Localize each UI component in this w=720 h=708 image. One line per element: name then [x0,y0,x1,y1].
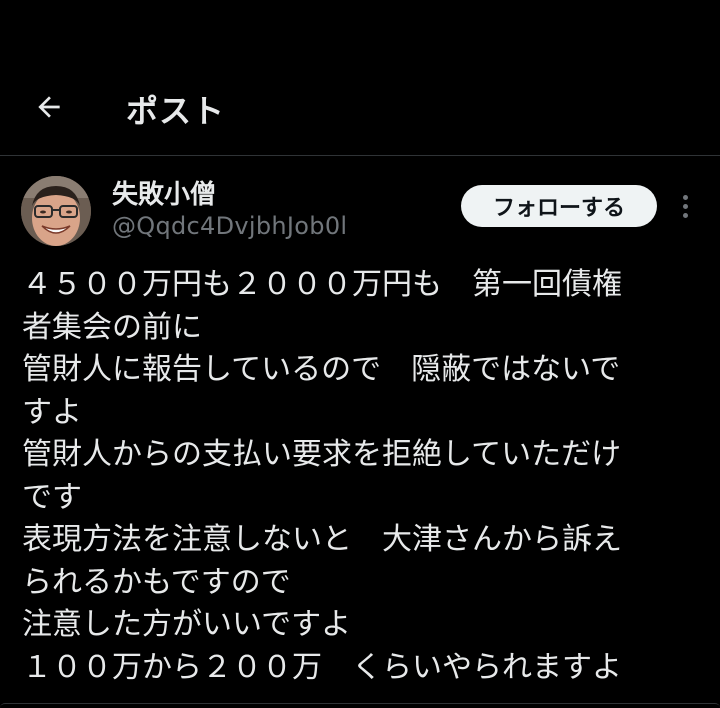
post-text-line: ４５００万円も２０００万円も 第一回債権 [22,267,622,302]
top-bar: ポスト [0,0,720,156]
more-vertical-icon [682,203,688,209]
post-text-line: １００万から２００万 くらいやられますよ [22,649,622,685]
more-vertical-icon [682,194,688,200]
post-text-line: 注意した方がいいですよ [22,607,352,642]
author-handle[interactable]: @Qqdc4DvjbhJob0l [112,212,347,240]
post-text-line: 管財人からの支払い要求を拒絶していただけ [22,437,622,472]
post-text-line: 表現方法を注意しないと 大津さんから訴え [22,522,622,557]
page-title: ポスト [126,92,226,130]
follow-button[interactable]: フォローする [461,185,657,227]
post-text-line: 者集会の前に [22,309,202,345]
next-card-edge [0,703,720,708]
author-display-name[interactable]: 失敗小僧 [112,174,216,211]
post-text-line: です [22,479,82,515]
post-text-line: られるかもですので [22,564,291,600]
more-options-button[interactable] [672,190,698,222]
avatar[interactable] [21,176,91,246]
avatar-photo [21,176,91,246]
more-vertical-icon [682,212,688,218]
arrow-left-icon [38,96,60,118]
post-text: ４５００万円も２０００万円も 第一回債権 者集会の前に 管財人に報告しているので… [22,264,702,689]
post-author: 失敗小僧 @Qqdc4DvjbhJob0l フォローする [0,156,720,256]
post-text-line: すよ [22,394,82,430]
post-text-line: 管財人に報告しているので 隠蔽ではないで [22,352,621,387]
back-button[interactable] [26,84,72,130]
